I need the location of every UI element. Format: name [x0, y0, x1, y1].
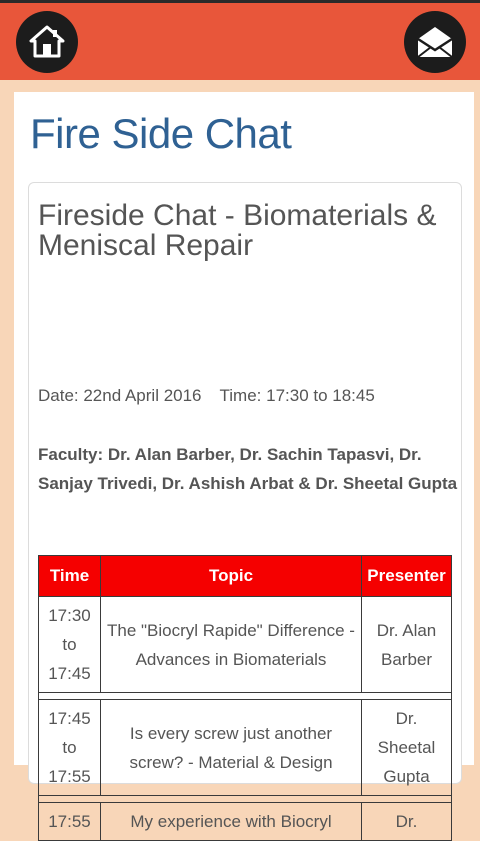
event-meta: Date: 22nd April 2016 Time: 17:30 to 18:4… [38, 386, 375, 406]
time-end: 17:55 [48, 767, 91, 786]
event-panel: Fireside Chat - Biomaterials & Meniscal … [28, 182, 462, 841]
row-topic: The "Biocryl Rapide" Difference - Advanc… [100, 596, 362, 693]
time-end: 17:45 [48, 664, 91, 683]
row-time: 17:55 [38, 802, 101, 841]
schedule-header-row: Time Topic Presenter [38, 555, 452, 597]
column-header-time: Time [38, 555, 101, 597]
table-row: 17:30 to 17:45 The "Biocryl Rapide" Diff… [38, 596, 452, 693]
event-date: Date: 22nd April 2016 [38, 386, 202, 405]
table-row: 17:55 My experience with Biocryl Dr. [38, 802, 452, 841]
event-faculty: Faculty: Dr. Alan Barber, Dr. Sachin Tap… [38, 445, 458, 493]
schedule-table: Time Topic Presenter 17:30 to 17:45 The … [38, 555, 452, 841]
page-title: Fire Side Chat [30, 110, 292, 157]
row-time: 17:30 to 17:45 [38, 596, 101, 693]
time-start: 17:55 [48, 812, 91, 831]
table-row: 17:45 to 17:55 Is every screw just anoth… [38, 699, 452, 796]
row-presenter: Dr. Sheetal Gupta [361, 699, 452, 796]
time-separator: to [62, 635, 77, 654]
time-separator: to [62, 738, 77, 757]
column-header-presenter: Presenter [361, 555, 452, 597]
row-time: 17:45 to 17:55 [38, 699, 101, 796]
row-spacer [38, 692, 452, 700]
column-header-topic: Topic [100, 555, 362, 597]
event-time: Time: 17:30 to 18:45 [219, 386, 375, 405]
mail-button[interactable] [404, 11, 466, 73]
time-start: 17:45 [48, 709, 91, 728]
row-presenter: Dr. Alan Barber [361, 596, 452, 693]
home-icon [29, 25, 65, 58]
home-button[interactable] [16, 11, 78, 73]
main-content: Fire Side Chat Fireside Chat - Biomateri… [14, 92, 474, 841]
row-spacer [38, 795, 452, 803]
row-presenter: Dr. [361, 802, 452, 841]
row-topic: Is every screw just another screw? - Mat… [100, 699, 362, 796]
time-start: 17:30 [48, 606, 91, 625]
envelope-icon [417, 27, 453, 58]
app-header [0, 0, 480, 80]
event-title: Fireside Chat - Biomaterials & Meniscal … [38, 199, 437, 262]
row-topic: My experience with Biocryl [100, 802, 362, 841]
